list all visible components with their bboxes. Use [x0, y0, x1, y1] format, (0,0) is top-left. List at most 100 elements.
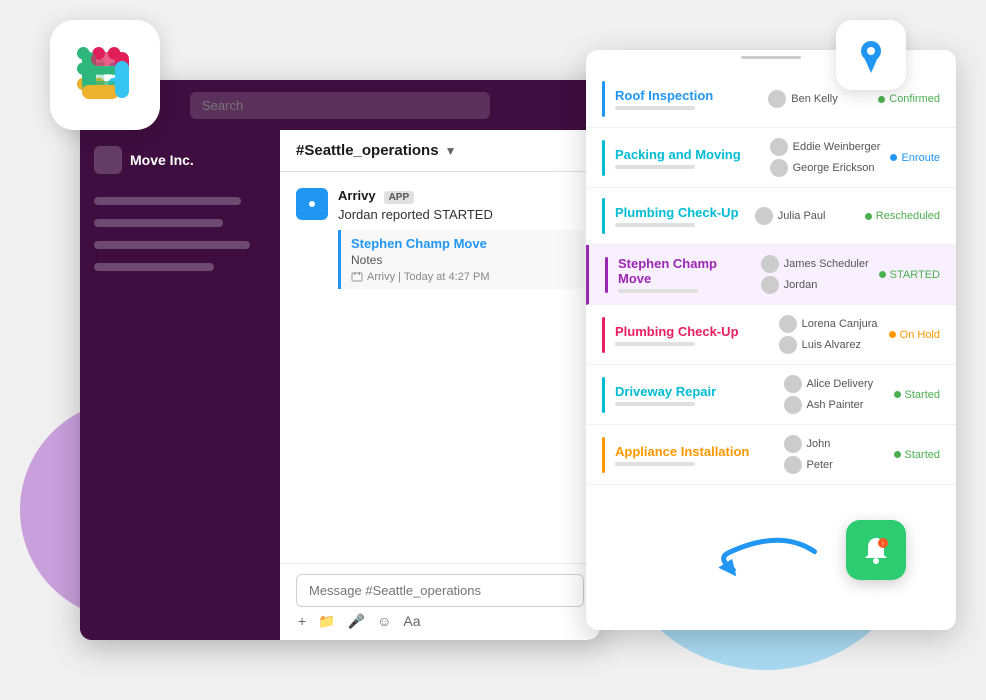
search-input[interactable] — [190, 92, 490, 119]
preview-title: Stephen Champ Move — [351, 236, 574, 251]
job-bar — [615, 402, 695, 406]
person-avatar — [755, 207, 773, 225]
person-avatar — [784, 435, 802, 453]
job-status: Enroute — [890, 152, 940, 164]
job-left-border — [605, 257, 608, 293]
person-avatar — [779, 336, 797, 354]
emoji-icon[interactable]: ☺ — [377, 613, 391, 630]
person-name: James Scheduler — [784, 258, 869, 270]
job-avatars: Julia Paul — [755, 207, 855, 225]
status-text: STARTED — [890, 269, 940, 281]
message-content: Arrivy APP Jordan reported STARTED Steph… — [338, 188, 584, 289]
status-dot — [890, 154, 897, 161]
job-status: STARTED — [879, 269, 940, 281]
person-name: Lorena Canjura — [802, 318, 878, 330]
person-avatar — [770, 159, 788, 177]
person-name: John — [807, 438, 831, 450]
job-avatars: Ben Kelly — [768, 90, 868, 108]
job-item[interactable]: Packing and Moving Eddie WeinbergerGeorge… — [586, 128, 956, 188]
message-preview-card[interactable]: Stephen Champ Move Notes Arrivy | Today … — [338, 230, 584, 289]
arrivy-avatar — [296, 188, 328, 220]
slack-window: Move Inc. #Seattle_operations ▼ — [80, 80, 600, 640]
job-title: Roof Inspection — [615, 88, 758, 103]
add-icon[interactable]: + — [298, 613, 306, 630]
job-item[interactable]: Plumbing Check-Up Julia Paul Rescheduled — [586, 188, 956, 245]
job-item[interactable]: Stephen Champ Move James Scheduler Jordan S… — [586, 245, 956, 305]
job-left-border — [602, 140, 605, 176]
status-dot — [865, 213, 872, 220]
job-person: James Scheduler — [761, 255, 869, 273]
arrivy-avatar-icon — [302, 194, 322, 214]
slack-sidebar: Move Inc. — [80, 130, 280, 640]
job-left-border — [602, 81, 605, 117]
job-avatars: Eddie WeinbergerGeorge Erickson — [770, 138, 881, 177]
status-dot — [894, 451, 901, 458]
job-person: Peter — [784, 456, 884, 474]
job-status: Rescheduled — [865, 210, 940, 222]
person-name: Ben Kelly — [791, 93, 837, 105]
workspace-header: Move Inc. — [88, 142, 272, 178]
channel-name[interactable]: #Seattle_operations — [296, 142, 439, 159]
channel-chevron-icon: ▼ — [445, 144, 457, 158]
folder-icon[interactable]: 📁 — [318, 613, 335, 630]
job-info: Appliance Installation — [615, 444, 774, 466]
job-info: Packing and Moving — [615, 147, 760, 169]
person-name: Eddie Weinberger — [793, 141, 881, 153]
status-text: Started — [905, 389, 940, 401]
person-avatar — [761, 255, 779, 273]
job-bar — [615, 342, 695, 346]
sidebar-item-3[interactable] — [94, 241, 250, 249]
job-item[interactable]: Plumbing Check-Up Lorena Canjura Luis Alva… — [586, 305, 956, 365]
person-name: Julia Paul — [778, 210, 826, 222]
job-title: Plumbing Check-Up — [615, 205, 745, 220]
status-dot — [889, 331, 896, 338]
slack-body: Move Inc. #Seattle_operations ▼ — [80, 130, 600, 640]
job-item[interactable]: Appliance Installation John Peter Started — [586, 425, 956, 485]
job-bar — [618, 289, 698, 293]
format-icon[interactable]: Aa — [403, 613, 420, 630]
status-dot — [894, 391, 901, 398]
job-info: Plumbing Check-Up — [615, 205, 745, 227]
job-status: Started — [894, 449, 940, 461]
message-block: Arrivy APP Jordan reported STARTED Steph… — [296, 188, 584, 289]
job-status: On Hold — [889, 329, 940, 341]
workspace-name: Move Inc. — [130, 152, 194, 168]
mic-icon[interactable]: 🎤 — [348, 613, 365, 630]
job-title: Stephen Champ Move — [618, 256, 751, 286]
job-status: Started — [894, 389, 940, 401]
bell-notification-card[interactable]: ! — [846, 520, 906, 580]
person-name: Alice Delivery — [807, 378, 874, 390]
job-person: John — [784, 435, 884, 453]
chat-messages: Arrivy APP Jordan reported STARTED Steph… — [280, 172, 600, 563]
message-sender: Arrivy — [338, 188, 376, 203]
job-person: Lorena Canjura — [779, 315, 879, 333]
job-status: Confirmed — [878, 93, 940, 105]
message-input[interactable] — [296, 574, 584, 607]
sidebar-item-4[interactable] — [94, 263, 214, 271]
person-name: Peter — [807, 459, 833, 471]
location-pin-card — [836, 20, 906, 90]
sidebar-item-1[interactable] — [94, 197, 241, 205]
status-text: On Hold — [900, 329, 940, 341]
person-avatar — [770, 138, 788, 156]
job-avatars: Lorena Canjura Luis Alvarez — [779, 315, 879, 354]
preview-subtitle: Notes — [351, 253, 574, 267]
job-bar — [615, 462, 695, 466]
job-info: Stephen Champ Move — [618, 256, 751, 293]
job-info: Driveway Repair — [615, 384, 774, 406]
person-avatar — [784, 456, 802, 474]
job-person: Alice Delivery — [784, 375, 884, 393]
job-person: Julia Paul — [755, 207, 855, 225]
job-person: Jordan — [761, 276, 869, 294]
job-left-border — [602, 317, 605, 353]
status-text: Confirmed — [889, 93, 940, 105]
job-item[interactable]: Driveway Repair Alice Delivery Ash Painter… — [586, 365, 956, 425]
job-person: Eddie Weinberger — [770, 138, 881, 156]
job-info: Plumbing Check-Up — [615, 324, 769, 346]
job-person: Luis Alvarez — [779, 336, 879, 354]
job-person: Ash Painter — [784, 396, 884, 414]
sidebar-item-2[interactable] — [94, 219, 223, 227]
person-avatar — [784, 396, 802, 414]
person-name: Jordan — [784, 279, 818, 291]
bell-icon: ! — [861, 535, 891, 565]
